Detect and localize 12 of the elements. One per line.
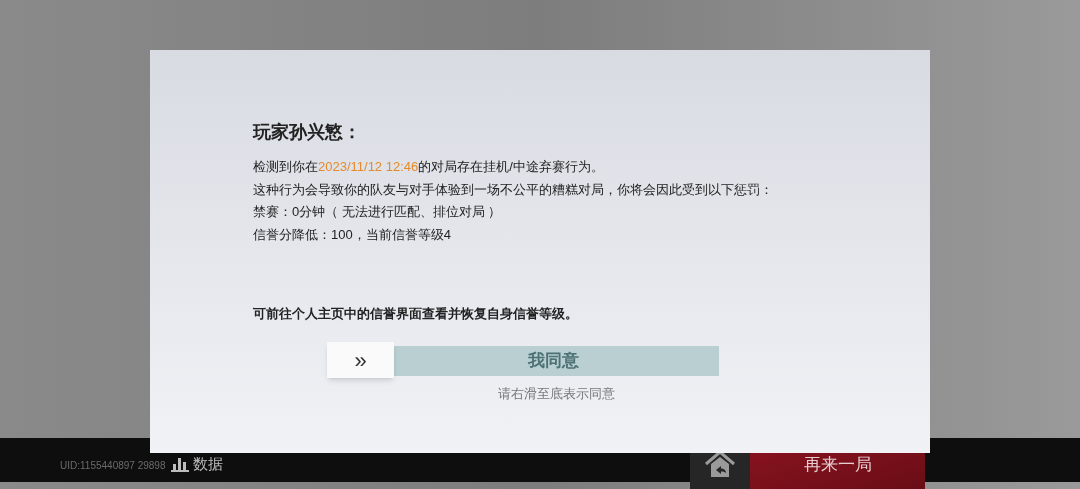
agree-label: 我同意 <box>526 350 579 373</box>
uid-text: UID:1155440897 29898 <box>60 459 166 473</box>
message-line: 这种行为会导致你的队友与对手体验到一场不公平的糟糕对局，你将会因此受到以下惩罚： <box>253 180 773 199</box>
message-line: 检测到你在2023/11/12 12:46的对局存在挂机/中途弃赛行为。 <box>253 158 604 176</box>
message-line: 禁赛：0分钟（ 无法进行匹配、排位对局 ） <box>253 203 502 221</box>
restore-hint-text: 可前往个人主页中的信誉界面查看并恢复自身信誉等级。 <box>253 305 579 323</box>
slider-handle[interactable]: » <box>327 342 394 378</box>
data-button[interactable]: 数据 <box>167 450 228 478</box>
dialog-title: 玩家孙兴慜： <box>253 121 362 144</box>
message-line: 信誉分降低：100，当前信誉等级4 <box>253 225 451 244</box>
bar-chart-icon <box>171 456 190 472</box>
slide-instruction: 请右滑至底表示同意 <box>497 385 616 403</box>
